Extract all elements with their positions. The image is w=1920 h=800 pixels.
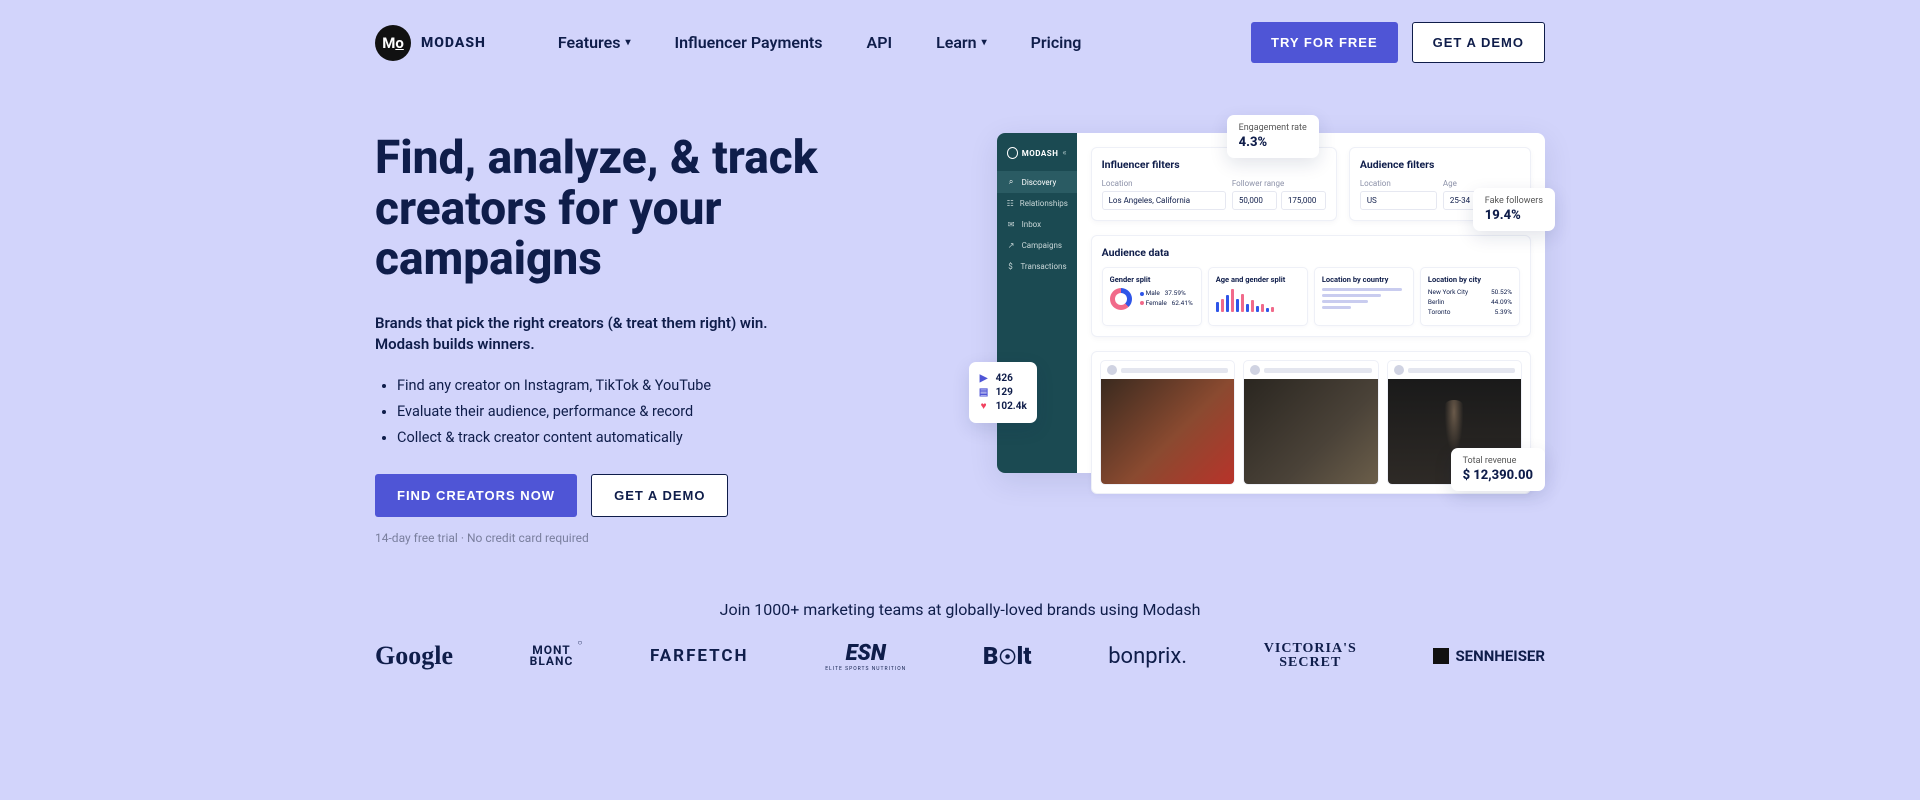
hero-bullet: Find any creator on Instagram, TikTok & … <box>397 377 937 394</box>
search-icon: ⌕ <box>1007 177 1016 187</box>
engagement-bubble: Engagement rate 4.3% <box>1227 115 1319 158</box>
gender-split-card: Gender split Male 37.59% Female 62.41% <box>1102 267 1202 326</box>
audience-data-card: Audience data Gender split Male 37.59% F… <box>1091 235 1531 337</box>
logo[interactable]: Mo MODASH <box>375 25 486 61</box>
brand-esn: ESNELITE SPORTS NUTRITION <box>825 641 906 672</box>
hero-bullet: Evaluate their audience, performance & r… <box>397 403 937 420</box>
city-card: Location by city New York City50.52% Ber… <box>1420 267 1520 326</box>
sidebar-item-discovery[interactable]: ⌕Discovery <box>997 171 1077 193</box>
try-for-free-button[interactable]: TRY FOR FREE <box>1251 22 1398 63</box>
brand-farfetch: FARFETCH <box>650 646 749 666</box>
brands-row: Google MONTBLANC○ FARFETCH ESNELITE SPOR… <box>375 641 1545 702</box>
product-mock: MODASH « ⌕Discovery ☷Relationships ✉Inbo… <box>997 133 1545 545</box>
mock-main: Influencer filters Location Los Angeles,… <box>1077 133 1545 473</box>
dollar-icon: $ <box>1007 262 1015 271</box>
content-card[interactable] <box>1243 360 1378 485</box>
hero-copy: Find, analyze, & track creators for your… <box>375 133 937 545</box>
sidebar-item-inbox[interactable]: ✉Inbox <box>997 214 1077 235</box>
influencer-filters-card: Influencer filters Location Los Angeles,… <box>1091 147 1337 221</box>
comment-icon: ▤ <box>979 387 989 398</box>
nav-features[interactable]: Features▾ <box>558 33 631 52</box>
brand-google: Google <box>375 641 453 671</box>
nav: Features▾ Influencer Payments API Learn▾… <box>558 33 1081 52</box>
aud-location-input[interactable]: US <box>1360 191 1437 210</box>
collapse-icon: « <box>1062 148 1066 158</box>
sidebar-item-relationships[interactable]: ☷Relationships <box>997 193 1077 214</box>
brand-victorias-secret: VICTORIA'SSECRET <box>1264 642 1357 670</box>
play-icon: ▶ <box>979 373 989 384</box>
revenue-bubble: Total revenue $ 12,390.00 <box>1451 448 1545 491</box>
sennheiser-icon <box>1433 648 1449 664</box>
hero-title: Find, analyze, & track creators for your… <box>375 133 937 285</box>
bar-chart-icon <box>1216 288 1300 312</box>
mock-logo-icon <box>1007 147 1018 159</box>
sidebar-item-transactions[interactable]: $Transactions <box>997 256 1077 277</box>
cta-row: FIND CREATORS NOW GET A DEMO <box>375 474 937 517</box>
age-gender-card: Age and gender split <box>1208 267 1308 326</box>
country-card: Location by country <box>1314 267 1414 326</box>
content-card[interactable] <box>1100 360 1235 485</box>
donut-chart-icon <box>1110 288 1132 310</box>
location-input[interactable]: Los Angeles, California <box>1102 191 1226 210</box>
avatar-icon <box>1394 365 1404 375</box>
brands-heading: Join 1000+ marketing teams at globally-l… <box>375 555 1545 641</box>
logo-text: MODASH <box>421 35 486 51</box>
inbox-icon: ✉ <box>1007 220 1016 229</box>
hero-subtitle: Brands that pick the right creators (& t… <box>375 313 795 355</box>
avatar-icon <box>1250 365 1260 375</box>
fake-followers-bubble: Fake followers 19.4% <box>1473 188 1555 231</box>
brand-bolt: B☉lt <box>983 642 1032 670</box>
nav-pricing[interactable]: Pricing <box>1031 33 1082 52</box>
nav-influencer-payments[interactable]: Influencer Payments <box>675 33 823 52</box>
header-actions: TRY FOR FREE GET A DEMO <box>1251 22 1545 63</box>
nav-api[interactable]: API <box>867 33 893 52</box>
brand-montblanc: MONTBLANC○ <box>530 645 574 667</box>
sidebar-item-campaigns[interactable]: ↗Campaigns <box>997 235 1077 256</box>
creator-photo <box>1244 379 1377 484</box>
find-creators-button[interactable]: FIND CREATORS NOW <box>375 474 577 517</box>
people-icon: ☷ <box>1007 199 1014 208</box>
brand-sennheiser: SENNHEISER <box>1433 647 1545 665</box>
creator-photo <box>1101 379 1234 484</box>
hero: Find, analyze, & track creators for your… <box>375 85 1545 555</box>
chevron-down-icon: ▾ <box>625 37 630 48</box>
logo-mark-icon: Mo <box>375 25 411 61</box>
hero-bullets: Find any creator on Instagram, TikTok & … <box>375 377 937 446</box>
follower-min-input[interactable]: 50,000 <box>1232 191 1277 210</box>
avatar-icon <box>1107 365 1117 375</box>
nav-learn[interactable]: Learn▾ <box>936 33 987 52</box>
chevron-down-icon: ▾ <box>982 37 987 48</box>
trial-note: 14-day free trial · No credit card requi… <box>375 531 937 545</box>
chart-icon: ↗ <box>1007 241 1016 250</box>
heart-icon: ♥ <box>979 401 989 412</box>
brand-bonprix: bonprix. <box>1108 644 1187 669</box>
follower-max-input[interactable]: 175,000 <box>1281 191 1326 210</box>
get-a-demo-button[interactable]: GET A DEMO <box>1412 22 1545 63</box>
header: Mo MODASH Features▾ Influencer Payments … <box>375 0 1545 85</box>
metrics-bubble: ▶426 ▤129 ♥102.4k <box>969 362 1037 423</box>
hero-bullet: Collect & track creator content automati… <box>397 429 937 446</box>
get-a-demo-button[interactable]: GET A DEMO <box>591 474 728 517</box>
